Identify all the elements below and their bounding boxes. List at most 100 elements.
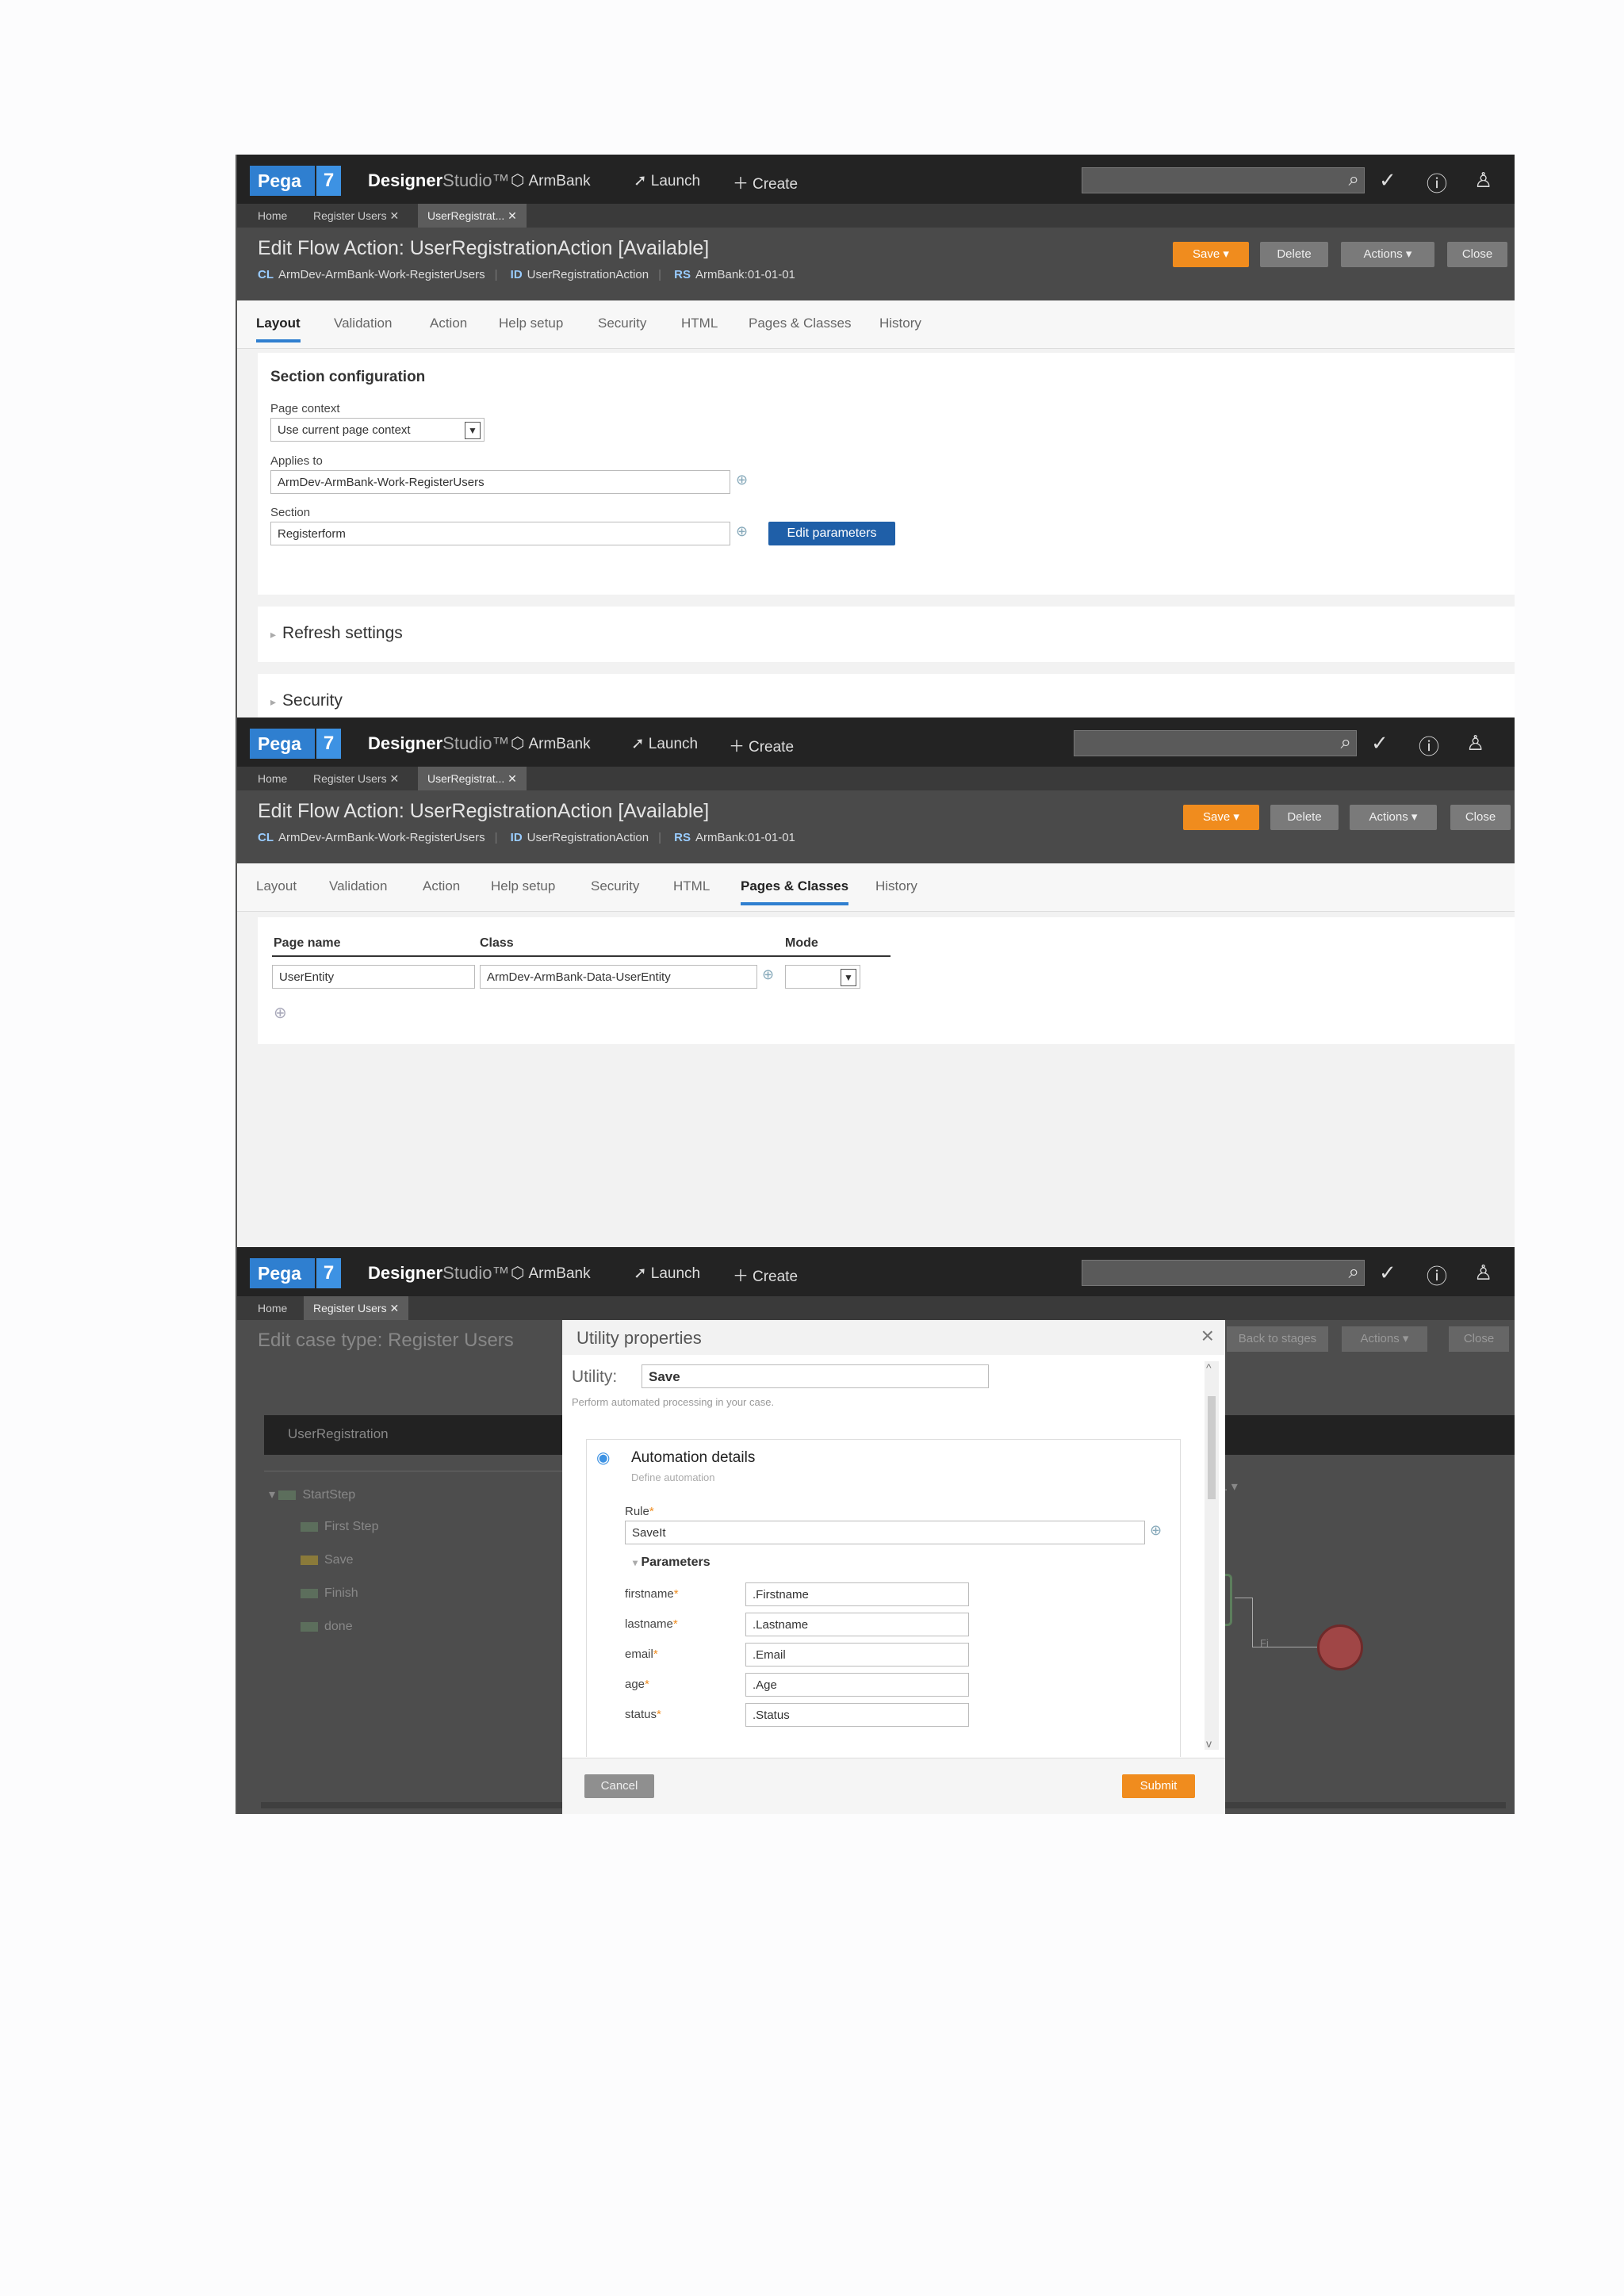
applies-to-input[interactable]: ArmDev-ArmBank-Work-RegisterUsers [270,470,730,494]
tab-history[interactable]: History [875,878,917,894]
actions-button[interactable]: Actions ▾ [1341,242,1434,267]
tab-help-setup[interactable]: Help setup [491,878,555,894]
tree-item-startstep[interactable]: ▾ StartStep [269,1487,355,1502]
search-icon[interactable]: ⌕ [1341,732,1351,754]
lookup-icon[interactable]: ⊕ [736,472,748,488]
tab-html[interactable]: HTML [673,878,710,894]
nav-armbank[interactable]: ⬡ ArmBank [511,733,591,753]
checkmark-icon[interactable]: ✓ [1379,168,1396,193]
designer-studio-menu[interactable]: DesignerStudio™ [368,170,510,191]
close-icon[interactable]: × [1201,1323,1214,1349]
param-input-lastname[interactable]: .Lastname [745,1613,969,1636]
chevron-down-icon[interactable]: v [1206,1737,1212,1750]
pega-logo[interactable]: Pega 7 [250,166,341,196]
page-name-input[interactable]: UserEntity [272,965,475,989]
param-input-status[interactable]: .Status [745,1703,969,1727]
checkmark-icon[interactable]: ✓ [1371,731,1388,756]
back-to-stages-button[interactable]: Back to stages [1227,1326,1328,1352]
search-icon[interactable]: ⌕ [1349,1261,1359,1284]
search-icon[interactable]: ⌕ [1349,169,1359,191]
tree-item-done[interactable]: done [301,1620,353,1634]
tab-html[interactable]: HTML [681,316,718,331]
doc-tab-home[interactable]: Home [248,1296,297,1320]
param-input-firstname[interactable]: .Firstname [745,1582,969,1606]
param-input-age[interactable]: .Age [745,1673,969,1697]
add-row-icon[interactable]: ⊕ [274,1003,287,1023]
user-icon[interactable]: ♙ [1474,1261,1492,1285]
doc-tab-userregistration[interactable]: UserRegistrat... ✕ [418,204,527,228]
actions-button[interactable]: Actions ▾ [1350,805,1437,830]
nav-launch[interactable]: ➚ Launch [634,1263,700,1283]
cancel-button[interactable]: Cancel [584,1774,654,1798]
tab-pages-classes[interactable]: Pages & Classes [741,878,849,905]
delete-button[interactable]: Delete [1260,242,1328,267]
pega-logo[interactable]: Pega 7 [250,1258,341,1288]
search-input[interactable]: ⌕ [1082,1260,1365,1286]
close-button[interactable]: Close [1449,1326,1509,1352]
user-icon[interactable]: ♙ [1474,168,1492,193]
mode-select[interactable]: ▼ [785,965,860,989]
lookup-icon[interactable]: ⊕ [736,523,748,540]
close-icon[interactable]: ✕ [508,209,517,222]
refresh-settings-header[interactable]: ▸ Refresh settings [270,624,403,643]
nav-create[interactable]: ＋ Create [729,733,794,756]
scrollbar-thumb[interactable] [1208,1396,1216,1499]
page-context-select[interactable]: Use current page context ▼ [270,418,485,442]
close-icon[interactable]: ✕ [389,1302,399,1314]
search-input[interactable]: ⌕ [1082,167,1365,193]
pega-logo[interactable]: Pega 7 [250,729,341,759]
lookup-icon[interactable]: ⊕ [762,966,774,983]
tree-item-finish[interactable]: Finish [301,1586,358,1601]
nav-armbank[interactable]: ⬡ ArmBank [511,1263,591,1283]
close-button[interactable]: Close [1447,242,1507,267]
tab-layout[interactable]: Layout [256,316,301,342]
tab-security[interactable]: Security [591,878,639,894]
tab-action[interactable]: Action [423,878,460,894]
doc-tab-register-users[interactable]: Register Users ✕ [304,204,408,228]
nav-create[interactable]: ＋ Create [733,1263,798,1286]
close-icon[interactable]: ✕ [389,209,399,222]
tab-history[interactable]: History [879,316,921,331]
tab-pages-classes[interactable]: Pages & Classes [749,316,851,331]
edit-parameters-button[interactable]: Edit parameters [768,522,895,545]
doc-tab-register-users[interactable]: Register Users ✕ [304,1296,409,1320]
tab-action[interactable]: Action [430,316,467,331]
doc-tab-home[interactable]: Home [248,204,297,228]
tree-item-first-step[interactable]: First Step [301,1520,378,1534]
help-icon[interactable]: ⓘ [1419,731,1439,760]
tab-security[interactable]: Security [598,316,646,331]
save-button[interactable]: Save ▾ [1173,242,1249,267]
chevron-up-icon[interactable]: ^ [1206,1361,1212,1374]
save-button[interactable]: Save ▾ [1183,805,1259,830]
delete-button[interactable]: Delete [1270,805,1339,830]
lookup-icon[interactable]: ⊕ [1150,1522,1162,1539]
help-icon[interactable]: ⓘ [1427,168,1447,197]
utility-input[interactable]: Save [642,1364,989,1388]
designer-studio-menu[interactable]: DesignerStudio™ [368,1263,510,1284]
parameters-heading[interactable]: ▾ Parameters [633,1556,710,1570]
refresh-settings-panel[interactable]: ▸ Refresh settings [258,607,1515,662]
tab-layout[interactable]: Layout [256,878,297,894]
param-input-email[interactable]: .Email [745,1643,969,1667]
nav-launch[interactable]: ➚ Launch [634,170,700,190]
submit-button[interactable]: Submit [1122,1774,1195,1798]
tab-validation[interactable]: Validation [334,316,392,331]
designer-studio-menu[interactable]: DesignerStudio™ [368,733,510,754]
close-icon[interactable]: ✕ [508,772,517,785]
rule-input[interactable]: SaveIt [625,1521,1145,1544]
close-button[interactable]: Close [1450,805,1511,830]
tree-item-save[interactable]: Save [301,1553,353,1567]
actions-button[interactable]: Actions ▾ [1342,1326,1427,1352]
caret-down-icon[interactable]: ▾ [1233,810,1239,824]
user-icon[interactable]: ♙ [1466,731,1484,756]
tab-help-setup[interactable]: Help setup [499,316,563,331]
doc-tab-userregistration[interactable]: UserRegistrat... ✕ [418,767,527,790]
nav-create[interactable]: ＋ Create [733,170,798,193]
caret-down-icon[interactable]: ▾ [1223,247,1229,261]
help-icon[interactable]: ⓘ [1427,1261,1447,1290]
nav-armbank[interactable]: ⬡ ArmBank [511,170,591,190]
doc-tab-home[interactable]: Home [248,767,297,790]
class-input[interactable]: ArmDev-ArmBank-Data-UserEntity [480,965,757,989]
security-panel[interactable]: ▸ Security [258,674,1515,718]
section-input[interactable]: Registerform [270,522,730,545]
